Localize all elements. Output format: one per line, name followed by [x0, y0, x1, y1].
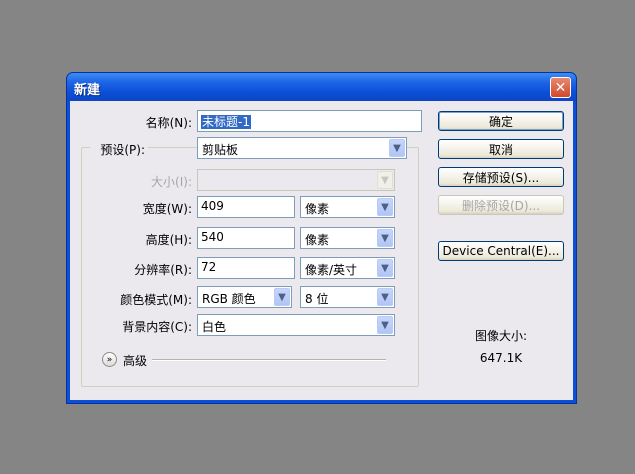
- height-unit-dropdown[interactable]: 像素 ▼: [300, 227, 395, 249]
- close-button[interactable]: ✕: [550, 77, 571, 98]
- height-value: 540: [201, 230, 224, 244]
- save-preset-label: 存储预设(S)...: [462, 170, 540, 185]
- size-dropdown: ▼: [197, 169, 395, 191]
- name-value: 未标题-1: [201, 115, 251, 129]
- advanced-divider: [152, 359, 386, 361]
- title-bar[interactable]: 新建 ✕: [67, 73, 576, 101]
- ok-button-label: 确定: [488, 114, 513, 129]
- device-central-button[interactable]: Device Central(E)...: [438, 241, 564, 261]
- preset-value: 剪贴板: [202, 143, 239, 157]
- save-preset-button[interactable]: 存储预设(S)...: [438, 167, 564, 187]
- device-central-label: Device Central(E)...: [442, 244, 560, 258]
- color-mode-value: RGB 颜色: [202, 292, 256, 306]
- resolution-value: 72: [201, 260, 217, 274]
- height-label: 高度(H):: [145, 233, 192, 247]
- width-unit: 像素: [305, 202, 330, 216]
- height-unit: 像素: [305, 233, 330, 247]
- chevron-down-icon: ▼: [377, 288, 393, 306]
- chevron-down-icon: ▼: [389, 139, 405, 157]
- color-mode-dropdown[interactable]: RGB 颜色 ▼: [197, 286, 292, 308]
- background-label: 背景内容(C):: [122, 320, 192, 334]
- new-document-dialog: 新建 ✕ 名称(N): 未标题-1 预设(P): 剪贴板 ▼ 大小(I): ▼ …: [66, 72, 577, 404]
- image-size-label: 图像大小:: [474, 329, 528, 343]
- cancel-button-label: 取消: [488, 142, 513, 157]
- resolution-unit-dropdown[interactable]: 像素/英寸 ▼: [300, 257, 395, 279]
- delete-preset-label: 删除预设(D)...: [461, 198, 541, 213]
- preset-label: 预设(P):: [90, 141, 148, 158]
- bit-depth-dropdown[interactable]: 8 位 ▼: [300, 286, 395, 308]
- bit-depth-value: 8 位: [305, 292, 329, 306]
- background-value: 白色: [202, 320, 227, 334]
- name-input[interactable]: 未标题-1: [197, 110, 422, 132]
- advanced-toggle-button[interactable]: »: [102, 352, 117, 367]
- ok-button[interactable]: 确定: [438, 111, 564, 131]
- close-icon: ✕: [554, 79, 567, 96]
- resolution-unit: 像素/英寸: [305, 263, 358, 277]
- color-mode-label: 颜色模式(M):: [120, 293, 192, 307]
- expand-chevron-icon: »: [106, 354, 113, 365]
- background-dropdown[interactable]: 白色 ▼: [197, 314, 395, 336]
- advanced-label: 高级: [123, 354, 148, 368]
- resolution-input[interactable]: 72: [197, 257, 295, 279]
- size-label: 大小(I):: [151, 175, 192, 189]
- width-unit-dropdown[interactable]: 像素 ▼: [300, 196, 395, 218]
- dialog-body: 名称(N): 未标题-1 预设(P): 剪贴板 ▼ 大小(I): ▼ 宽度(W)…: [70, 101, 573, 400]
- chevron-down-icon: ▼: [377, 259, 393, 277]
- height-input[interactable]: 540: [197, 227, 295, 249]
- chevron-down-icon: ▼: [377, 198, 393, 216]
- chevron-down-icon: ▼: [377, 171, 393, 189]
- width-input[interactable]: 409: [197, 196, 295, 218]
- width-label: 宽度(W):: [142, 202, 192, 216]
- image-size-value: 647.1K: [479, 351, 523, 365]
- name-label: 名称(N):: [145, 116, 192, 130]
- preset-dropdown[interactable]: 剪贴板 ▼: [197, 137, 407, 159]
- delete-preset-button: 删除预设(D)...: [438, 195, 564, 215]
- cancel-button[interactable]: 取消: [438, 139, 564, 159]
- resolution-label: 分辨率(R):: [134, 263, 192, 277]
- width-value: 409: [201, 199, 224, 213]
- chevron-down-icon: ▼: [274, 288, 290, 306]
- chevron-down-icon: ▼: [377, 229, 393, 247]
- dialog-title: 新建: [74, 83, 101, 98]
- chevron-down-icon: ▼: [377, 316, 393, 334]
